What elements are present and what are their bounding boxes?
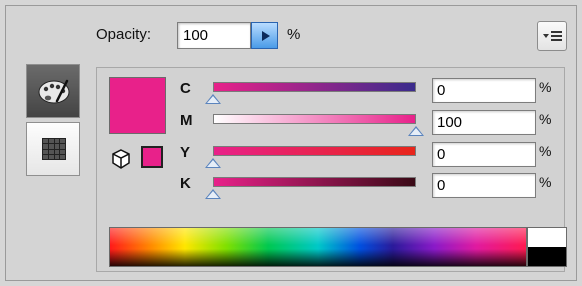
tab-swatches[interactable]: [26, 122, 80, 176]
white-swatch[interactable]: [527, 227, 567, 247]
slider-track-m[interactable]: [213, 114, 416, 124]
play-arrow-icon: [261, 30, 270, 41]
palette-icon: [38, 79, 70, 104]
opacity-slider-button[interactable]: [251, 22, 278, 49]
menu-line-icon: [551, 39, 562, 41]
black-swatch[interactable]: [527, 247, 567, 267]
slider-thumb-m[interactable]: [408, 126, 424, 136]
channel-label-m: M: [180, 112, 193, 129]
slider-thumb-c[interactable]: [205, 94, 221, 104]
opacity-label: Opacity:: [96, 26, 152, 43]
slider-thumb-y[interactable]: [205, 158, 221, 168]
opacity-input[interactable]: [177, 22, 251, 49]
slider-thumb-k[interactable]: [205, 189, 221, 199]
channel-unit-c: %: [539, 79, 552, 95]
fill-color-swatch[interactable]: [109, 77, 166, 134]
color-spectrum-bar[interactable]: [109, 227, 527, 267]
slider-track-y[interactable]: [213, 146, 416, 156]
cube-icon[interactable]: [110, 148, 132, 170]
channel-label-k: K: [180, 175, 191, 192]
tab-color[interactable]: [26, 64, 80, 118]
grid-icon: [42, 138, 66, 160]
web-safe-color-swatch[interactable]: [141, 146, 163, 168]
menu-line-icon: [551, 31, 562, 33]
channel-label-y: Y: [180, 144, 191, 161]
channel-input-k[interactable]: [432, 173, 536, 198]
channel-input-y[interactable]: [432, 142, 536, 167]
panel-menu-button[interactable]: [537, 21, 567, 51]
channel-unit-m: %: [539, 111, 552, 127]
dropdown-triangle-icon: [543, 34, 549, 38]
opacity-unit: %: [287, 26, 301, 43]
channel-input-c[interactable]: [432, 78, 536, 103]
slider-track-c[interactable]: [213, 82, 416, 92]
channel-label-c: C: [180, 80, 191, 97]
slider-track-k[interactable]: [213, 177, 416, 187]
channel-unit-k: %: [539, 174, 552, 190]
channel-input-m[interactable]: [432, 110, 536, 135]
channel-unit-y: %: [539, 143, 552, 159]
menu-line-icon: [551, 35, 562, 37]
